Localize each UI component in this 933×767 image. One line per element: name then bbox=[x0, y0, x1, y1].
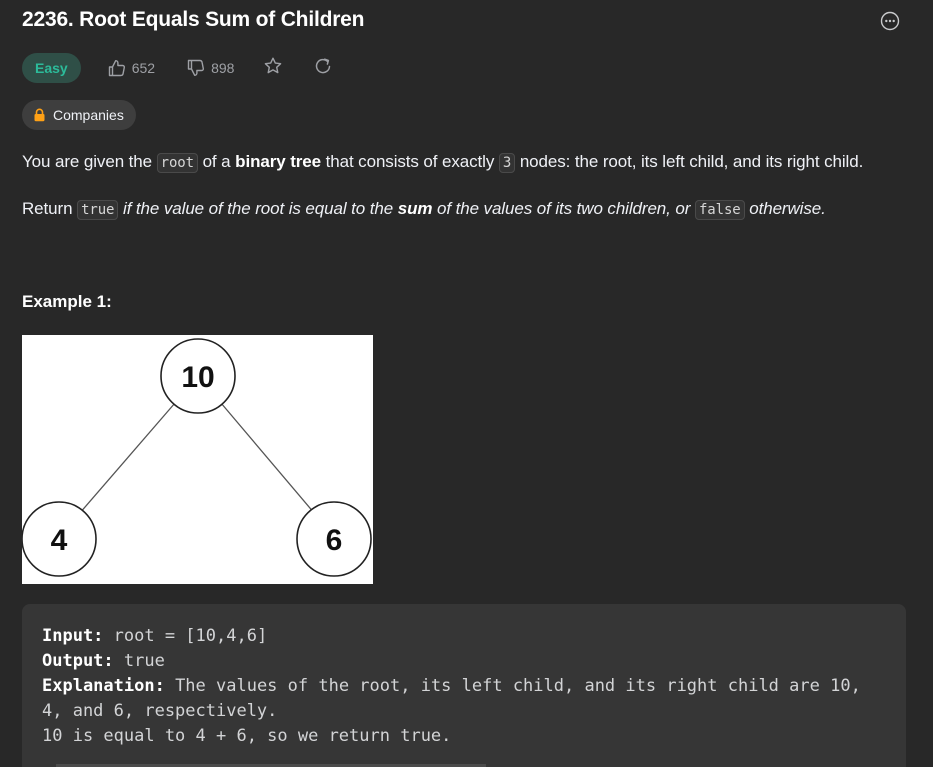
share-button[interactable] bbox=[313, 56, 333, 81]
favorite-button[interactable] bbox=[263, 56, 283, 81]
like-button[interactable]: 652 bbox=[107, 58, 155, 78]
inline-code-true: true bbox=[77, 200, 119, 220]
explanation-line-2: 4, and 6, respectively. bbox=[42, 701, 278, 721]
example-1-heading: Example 1: bbox=[22, 292, 112, 311]
more-options-icon[interactable] bbox=[880, 11, 900, 31]
description-paragraph-1: You are given the root of a binary tree … bbox=[22, 152, 864, 173]
tree-node-root-label: 10 bbox=[181, 361, 214, 394]
inline-code-3: 3 bbox=[498, 153, 516, 173]
dislike-button[interactable]: 898 bbox=[186, 58, 234, 78]
explanation-line-3: 10 is equal to 4 + 6, so we return true. bbox=[42, 726, 452, 746]
problem-title: 2236. Root Equals Sum of Children bbox=[22, 8, 365, 31]
star-icon bbox=[265, 57, 282, 73]
tree-node-left-label: 4 bbox=[51, 524, 68, 557]
lock-icon bbox=[34, 108, 45, 122]
description-paragraph-2: Return true if the value of the root is … bbox=[22, 199, 826, 220]
sum-text: sum bbox=[397, 199, 433, 218]
inline-code-false: false bbox=[694, 200, 745, 220]
input-value: root = [10,4,6] bbox=[103, 626, 268, 646]
output-value: true bbox=[113, 651, 165, 671]
example-tree-image: 10 4 6 bbox=[21, 335, 373, 584]
thumbs-up-icon bbox=[108, 60, 125, 77]
example-1-codeblock: Input: root = [10,4,6] Output: true Expl… bbox=[22, 604, 906, 767]
difficulty-badge[interactable]: Easy bbox=[22, 53, 81, 83]
input-label: Input: bbox=[42, 626, 104, 646]
explanation-label: Explanation: bbox=[42, 676, 165, 696]
thumbs-down-icon bbox=[187, 59, 205, 76]
tree-node-right-label: 6 bbox=[326, 524, 343, 557]
output-label: Output: bbox=[42, 651, 114, 671]
like-count: 652 bbox=[131, 60, 156, 76]
share-icon bbox=[316, 57, 331, 73]
inline-code-root: root bbox=[156, 153, 198, 173]
problem-meta-row: Easy 652 898 bbox=[22, 53, 333, 83]
companies-button[interactable]: Companies bbox=[22, 100, 136, 130]
companies-label: Companies bbox=[53, 107, 124, 123]
binary-tree-text: binary tree bbox=[235, 152, 321, 171]
explanation-line-1: The values of the root, its left child, … bbox=[164, 676, 861, 696]
dislike-count: 898 bbox=[211, 60, 235, 76]
